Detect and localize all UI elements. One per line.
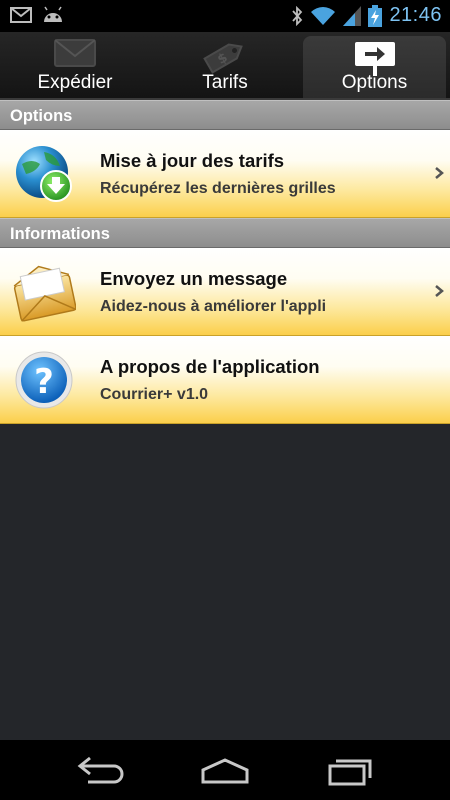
chevron-right-icon bbox=[435, 285, 444, 297]
wifi-icon bbox=[311, 6, 336, 25]
home-icon[interactable] bbox=[195, 752, 255, 788]
help-question-icon: ? bbox=[15, 351, 73, 409]
tab-bar: Expédier $ Tarifs Options bbox=[0, 32, 450, 100]
section-header-informations: Informations bbox=[0, 218, 450, 248]
list-item-update-rates[interactable]: Mise à jour des tarifs Récupérez les der… bbox=[0, 130, 450, 218]
gmail-icon bbox=[10, 7, 32, 23]
tab-label: Options bbox=[341, 72, 408, 93]
tab-expedier[interactable]: Expédier bbox=[0, 32, 150, 98]
tab-label: Tarifs bbox=[202, 72, 248, 93]
item-title: Envoyez un message bbox=[100, 268, 288, 289]
item-subtitle: Courrier+ v1.0 bbox=[100, 386, 209, 403]
svg-text:?: ? bbox=[34, 362, 54, 402]
bluetooth-icon bbox=[292, 5, 303, 26]
status-bar: 21:46 bbox=[0, 0, 450, 32]
list-item-about[interactable]: ? A propos de l'application Courrier+ v1… bbox=[0, 336, 450, 424]
item-subtitle: Aidez-nous à améliorer l'appli bbox=[100, 298, 327, 315]
signal-icon bbox=[343, 5, 362, 26]
item-title: A propos de l'application bbox=[100, 356, 320, 377]
tab-label: Expédier bbox=[37, 72, 113, 93]
android-icon bbox=[44, 6, 62, 22]
price-tag-icon: $ bbox=[203, 43, 243, 74]
envelope-icon bbox=[13, 265, 76, 322]
status-time: 21:46 bbox=[389, 4, 442, 26]
envelope-icon bbox=[54, 39, 96, 67]
back-icon[interactable] bbox=[70, 752, 130, 788]
options-list: Options Mise à jour des tarifs Récupérez… bbox=[0, 100, 450, 740]
navigation-bar bbox=[0, 740, 450, 800]
item-subtitle: Récupérez les dernières grilles bbox=[100, 180, 336, 197]
tab-tarifs[interactable]: $ Tarifs bbox=[150, 32, 300, 98]
item-title: Mise à jour des tarifs bbox=[100, 150, 285, 171]
battery-charging-icon bbox=[368, 4, 383, 27]
chevron-right-icon bbox=[435, 167, 444, 179]
tab-options[interactable]: Options bbox=[303, 36, 446, 98]
section-header-options: Options bbox=[0, 100, 450, 130]
signpost-arrow-icon bbox=[354, 42, 395, 76]
recent-apps-icon[interactable] bbox=[322, 752, 382, 788]
list-item-send-message[interactable]: Envoyez un message Aidez-nous à améliore… bbox=[0, 248, 450, 336]
globe-download-icon bbox=[16, 146, 72, 202]
